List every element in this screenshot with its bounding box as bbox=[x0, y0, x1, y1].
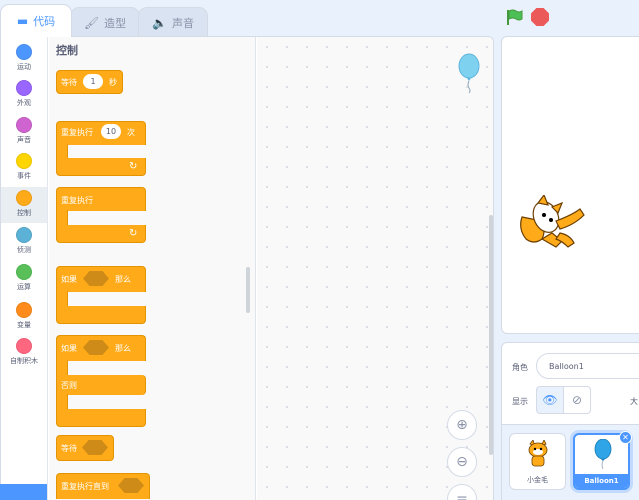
wait-value-input[interactable]: 1 bbox=[83, 74, 103, 89]
zoom-in-button[interactable]: ⊕ bbox=[447, 410, 477, 440]
category-motion[interactable]: 运动 bbox=[1, 41, 47, 77]
tab-costumes[interactable]: 🖌 造型 bbox=[70, 7, 140, 37]
then-label: 那么 bbox=[115, 275, 131, 284]
workspace-scrollbar[interactable] bbox=[489, 215, 493, 455]
if-label: 如果 bbox=[61, 275, 77, 284]
category-looks[interactable]: 外观 bbox=[1, 77, 47, 113]
repeat-count-input[interactable]: 10 bbox=[101, 124, 121, 139]
sprite-card-name: Balloon1 bbox=[575, 474, 628, 488]
balloon-thumbnail-icon bbox=[594, 439, 612, 469]
tab-costumes-label: 造型 bbox=[104, 16, 127, 30]
category-label: 自制积木 bbox=[10, 357, 38, 365]
sound-color-dot bbox=[16, 117, 32, 133]
then-label: 那么 bbox=[115, 344, 131, 353]
sprite-card-name: 小金毛 bbox=[527, 476, 548, 484]
category-label: 声音 bbox=[17, 136, 31, 144]
sprite-card-cat[interactable]: 小金毛 bbox=[509, 433, 566, 490]
loop-arrow-icon: ↻ bbox=[129, 161, 138, 172]
wait-unit: 秒 bbox=[109, 78, 117, 87]
script-workspace[interactable]: ⊕ ⊖ = bbox=[257, 37, 493, 500]
zoom-in-icon: ⊕ bbox=[456, 417, 468, 433]
brush-icon: 🖌 bbox=[83, 15, 100, 30]
zoom-reset-button[interactable]: = bbox=[447, 484, 477, 500]
stop-button[interactable] bbox=[531, 8, 549, 26]
cat-sprite-icon bbox=[520, 195, 585, 248]
category-operators[interactable]: 运算 bbox=[1, 261, 47, 297]
category-label: 事件 bbox=[17, 172, 31, 180]
green-flag-icon[interactable] bbox=[505, 8, 523, 26]
speaker-icon: 🔈 bbox=[152, 15, 167, 30]
sprite-info-panel: 角色 Balloon1 显示 👁 ⊘ 大 小金毛 Balloon1 ✕ bbox=[501, 342, 639, 500]
repeat-until-label: 重复执行直到 bbox=[61, 482, 109, 491]
balloon-sprite-thumbnail-icon bbox=[458, 53, 480, 93]
block-palette: 控制 等待 1 秒 重复执行 10 次 ↻ 重复执行 ↻ 如果 那么 如果 那么… bbox=[49, 37, 256, 500]
category-my-blocks[interactable]: 自制积木 bbox=[1, 335, 47, 371]
zoom-out-icon: ⊖ bbox=[456, 454, 468, 470]
stage[interactable] bbox=[501, 36, 639, 334]
events-color-dot bbox=[16, 153, 32, 169]
delete-sprite-button[interactable]: ✕ bbox=[619, 431, 632, 444]
looks-color-dot bbox=[16, 80, 32, 96]
category-label: 变量 bbox=[17, 321, 31, 329]
wait-until-label: 等待 bbox=[61, 444, 77, 453]
code-area: 运动 外观 声音 事件 控制 侦测 运算 变量 自制积木 控制 等待 1 秒 重… bbox=[0, 36, 494, 500]
loop-arrow-icon: ↻ bbox=[129, 228, 138, 239]
tab-code-label: 代码 bbox=[33, 15, 56, 28]
equals-icon: = bbox=[456, 491, 468, 500]
category-label: 侦测 bbox=[17, 246, 31, 254]
sprite-list: 小金毛 Balloon1 ✕ bbox=[502, 424, 639, 500]
if-label: 如果 bbox=[61, 344, 77, 353]
wait-label: 等待 bbox=[61, 78, 77, 87]
operators-color-dot bbox=[16, 264, 32, 280]
category-control[interactable]: 控制 bbox=[1, 187, 47, 223]
hide-sprite-button[interactable]: ⊘ bbox=[563, 386, 591, 414]
category-label: 外观 bbox=[17, 99, 31, 107]
tab-code[interactable]: ▬ 代码 bbox=[0, 4, 72, 37]
category-label: 运算 bbox=[17, 283, 31, 291]
close-icon: ✕ bbox=[622, 433, 629, 442]
forever-label: 重复执行 bbox=[61, 196, 93, 205]
category-sensing[interactable]: 侦测 bbox=[1, 224, 47, 260]
show-label: 显示 bbox=[512, 397, 528, 406]
category-events[interactable]: 事件 bbox=[1, 150, 47, 186]
extension-button[interactable] bbox=[0, 484, 47, 500]
eye-icon: 👁 bbox=[542, 393, 558, 407]
control-color-dot bbox=[16, 190, 32, 206]
code-icon: ▬ bbox=[16, 14, 29, 28]
sprite-card-balloon[interactable]: Balloon1 ✕ bbox=[573, 431, 632, 490]
repeat-label: 重复执行 bbox=[61, 128, 93, 137]
category-label: 运动 bbox=[17, 63, 31, 71]
category-variables[interactable]: 变量 bbox=[1, 299, 47, 335]
zoom-out-button[interactable]: ⊖ bbox=[447, 447, 477, 477]
repeat-unit: 次 bbox=[127, 128, 135, 137]
eye-off-icon: ⊘ bbox=[571, 393, 583, 407]
sprite-name-input[interactable]: Balloon1 bbox=[536, 353, 639, 379]
cat-thumbnail-icon bbox=[528, 440, 548, 467]
category-menu: 运动 外观 声音 事件 控制 侦测 运算 变量 自制积木 bbox=[1, 37, 48, 500]
editor-tabs: ▬ 代码 🖌 造型 🔈 声音 bbox=[0, 0, 500, 37]
else-label: 否则 bbox=[61, 381, 77, 390]
my-blocks-color-dot bbox=[16, 338, 32, 354]
variables-color-dot bbox=[16, 302, 32, 318]
category-sound[interactable]: 声音 bbox=[1, 114, 47, 150]
palette-scrollbar[interactable] bbox=[246, 267, 250, 313]
show-sprite-button[interactable]: 👁 bbox=[536, 386, 564, 414]
sprite-label: 角色 bbox=[512, 363, 528, 372]
size-label: 大 bbox=[630, 397, 638, 406]
sensing-color-dot bbox=[16, 227, 32, 243]
tab-sounds-label: 声音 bbox=[171, 16, 194, 30]
palette-title: 控制 bbox=[56, 44, 78, 57]
tab-sounds[interactable]: 🔈 声音 bbox=[138, 7, 208, 37]
category-label: 控制 bbox=[17, 209, 31, 217]
motion-color-dot bbox=[16, 44, 32, 60]
